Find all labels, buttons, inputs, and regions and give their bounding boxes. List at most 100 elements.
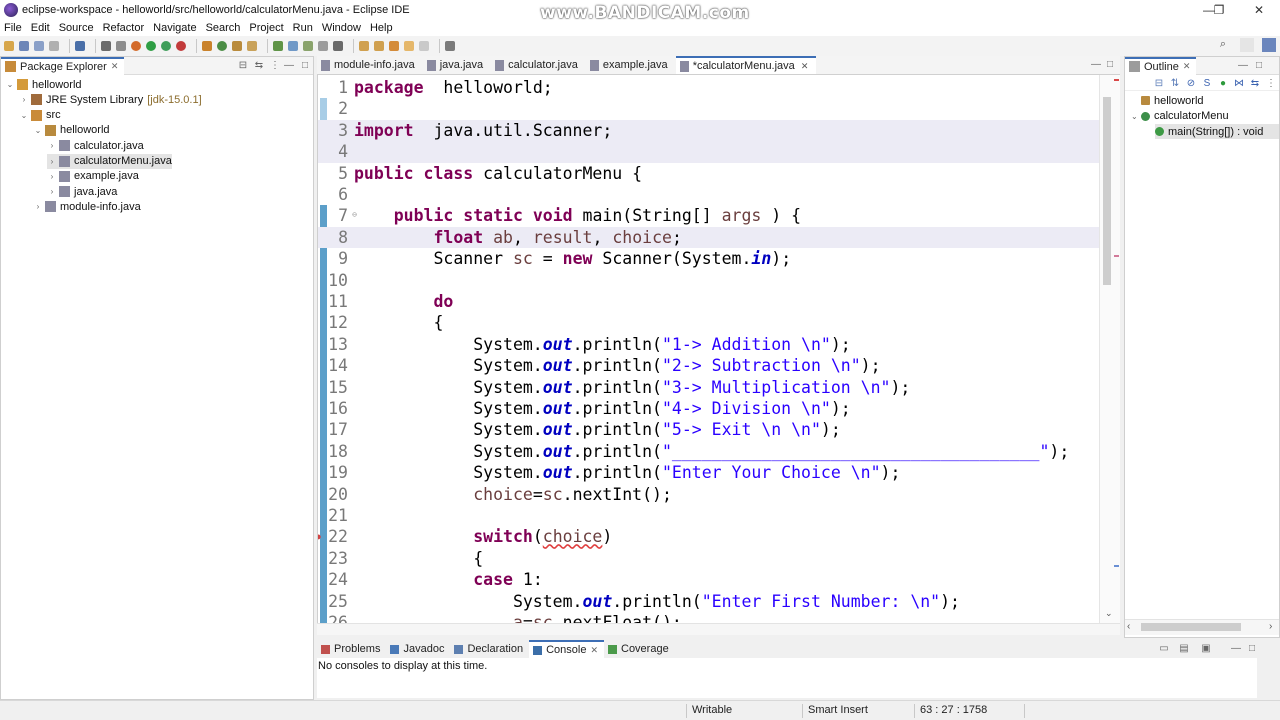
last-edit-icon[interactable] (389, 41, 399, 51)
error-marker[interactable] (1114, 79, 1119, 81)
search-icon[interactable]: ⌕ (1216, 38, 1230, 52)
menu-refactor[interactable]: Refactor (103, 22, 145, 34)
tab-outline[interactable]: Outline ✕ (1125, 56, 1197, 75)
tree-item[interactable]: › java.java (47, 184, 118, 199)
code-line[interactable]: 11 do (318, 291, 1108, 312)
maximize-view-icon[interactable]: □ (1253, 60, 1265, 71)
pin-editor-icon[interactable] (445, 41, 455, 51)
tab-package-explorer[interactable]: Package Explorer ✕ (1, 56, 125, 75)
code-line[interactable]: 26 a=sc.nextFloat(); (318, 612, 1108, 623)
menu-navigate[interactable]: Navigate (153, 22, 196, 34)
collapse-all-icon[interactable]: ⊟ (237, 60, 249, 71)
next-annotation-icon[interactable] (273, 41, 283, 51)
tree-item[interactable]: ⌄ src (19, 108, 61, 123)
new-icon[interactable] (4, 41, 14, 51)
maximize-view-icon[interactable]: □ (1246, 643, 1258, 654)
hide-fields-icon[interactable]: ⊘ (1185, 78, 1197, 89)
link-editor-icon[interactable]: ⇆ (253, 60, 265, 71)
print-icon[interactable] (49, 41, 59, 51)
run-icon[interactable] (146, 41, 156, 51)
editor-vertical-scrollbar[interactable]: ⌄ (1099, 75, 1120, 623)
menu-search[interactable]: Search (206, 22, 241, 34)
chevron-right-icon[interactable]: › (33, 202, 43, 211)
code-line[interactable]: 7 public static void main(String[] args … (318, 204, 1108, 226)
minimize-editor-icon[interactable]: — (1090, 59, 1102, 70)
menu-help[interactable]: Help (370, 22, 393, 34)
minimize-view-icon[interactable]: — (1237, 60, 1249, 71)
menu-file[interactable]: File (4, 22, 22, 34)
chevron-down-icon[interactable]: ⌄ (19, 111, 29, 120)
chevron-down-icon[interactable]: ⌄ (33, 126, 43, 135)
hide-local-types-icon[interactable]: ⋈ (1233, 78, 1245, 89)
outline-item[interactable]: helloworld (1141, 93, 1279, 108)
scroll-right-icon[interactable]: › (1269, 621, 1272, 632)
new-class-icon[interactable] (217, 41, 227, 51)
tab-javadoc[interactable]: Javadoc (386, 640, 450, 658)
code-line[interactable]: 14 System.out.println("2-> Subtraction \… (318, 355, 1108, 376)
hide-static-icon[interactable]: S (1201, 78, 1213, 89)
code-line[interactable]: 22 switch(choice) (318, 526, 1108, 548)
chevron-right-icon[interactable]: › (47, 157, 57, 166)
hide-nonpublic-icon[interactable]: ● (1217, 78, 1229, 89)
outline-item[interactable]: main(String[]) : void (1155, 124, 1279, 139)
occurrence-marker[interactable] (1114, 565, 1119, 567)
chevron-right-icon[interactable]: › (19, 95, 29, 104)
editor-tab[interactable]: example.java (586, 56, 676, 74)
tab-console[interactable]: Console ✕ (529, 640, 604, 658)
maximize-view-icon[interactable]: □ (299, 60, 311, 71)
java-perspective-icon[interactable] (1262, 38, 1276, 52)
open-console-icon[interactable]: ▤ (1178, 643, 1190, 654)
code-line[interactable]: 4 (318, 141, 1108, 163)
block-selection-icon[interactable] (303, 41, 313, 51)
code-line[interactable]: 8 float ab, result, choice; (318, 226, 1108, 249)
editor-tab[interactable]: java.java (423, 56, 491, 74)
scroll-left-icon[interactable]: ‹ (1127, 621, 1130, 632)
code-line[interactable]: 20 choice=sc.nextInt(); (318, 484, 1108, 505)
debug-skip-icon[interactable] (101, 41, 111, 51)
code-line[interactable]: 25 System.out.println("Enter First Numbe… (318, 591, 1108, 612)
collapse-all-icon[interactable]: ⊟ (1153, 78, 1165, 89)
pilcrow-icon[interactable] (333, 41, 343, 51)
scrollbar-thumb[interactable] (1103, 97, 1111, 285)
code-line[interactable]: 21 (318, 505, 1108, 526)
code-line[interactable]: 13 System.out.println("1-> Addition \n")… (318, 334, 1108, 355)
tree-item[interactable]: › calculatorMenu.java (47, 153, 172, 169)
tree-item[interactable]: ⌄ helloworld (33, 123, 110, 138)
back-icon[interactable] (404, 41, 414, 51)
code-line[interactable]: 16 System.out.println("4-> Division \n")… (318, 398, 1108, 419)
code-line[interactable]: 2 (318, 98, 1108, 119)
menu-run[interactable]: Run (293, 22, 313, 34)
tree-item[interactable]: › calculator.java (47, 138, 144, 153)
new-java-project-icon[interactable] (202, 41, 212, 51)
warning-marker[interactable] (1114, 255, 1119, 257)
chevron-right-icon[interactable]: › (47, 172, 57, 181)
close-icon[interactable]: ✕ (590, 645, 598, 656)
search-tool-icon[interactable] (247, 41, 257, 51)
minimize-view-icon[interactable]: — (1230, 643, 1242, 654)
code-line[interactable]: 19 System.out.println("Enter Your Choice… (318, 462, 1108, 483)
tab-coverage[interactable]: Coverage (604, 640, 675, 658)
outline-horizontal-scrollbar[interactable]: ‹ › (1125, 619, 1279, 635)
editor-tab[interactable]: *calculatorMenu.java ✕ (675, 56, 817, 74)
menu-source[interactable]: Source (59, 22, 94, 34)
code-line[interactable]: 1 package helloworld; (318, 77, 1108, 98)
toggle-mark-icon[interactable] (288, 41, 298, 51)
sort-icon[interactable]: ⇅ (1169, 78, 1181, 89)
code-line[interactable]: 3 import java.util.Scanner; (318, 119, 1108, 142)
chevron-right-icon[interactable]: › (47, 187, 57, 196)
code-line[interactable]: 18 System.out.println("_________________… (318, 441, 1108, 462)
chevron-down-icon[interactable]: ⌄ (1131, 112, 1141, 121)
restore-button[interactable]: ❐ (1198, 0, 1240, 20)
link-editor-icon[interactable]: ⇆ (1249, 78, 1261, 89)
tab-declaration[interactable]: Declaration (450, 640, 529, 658)
pin-console-icon[interactable]: ▣ (1200, 643, 1212, 654)
code-line[interactable]: 12 { (318, 312, 1108, 333)
code-line[interactable]: 5 public class calculatorMenu { (318, 163, 1108, 184)
external-tools-icon[interactable] (176, 41, 186, 51)
tab-problems[interactable]: Problems (317, 640, 386, 658)
scrollbar-thumb[interactable] (1141, 623, 1241, 631)
menu-edit[interactable]: Edit (31, 22, 50, 34)
code-line[interactable]: 9 Scanner sc = new Scanner(System.in); (318, 248, 1108, 269)
coverage-run-icon[interactable] (161, 41, 171, 51)
view-menu-icon[interactable]: ⋮ (1265, 78, 1277, 89)
